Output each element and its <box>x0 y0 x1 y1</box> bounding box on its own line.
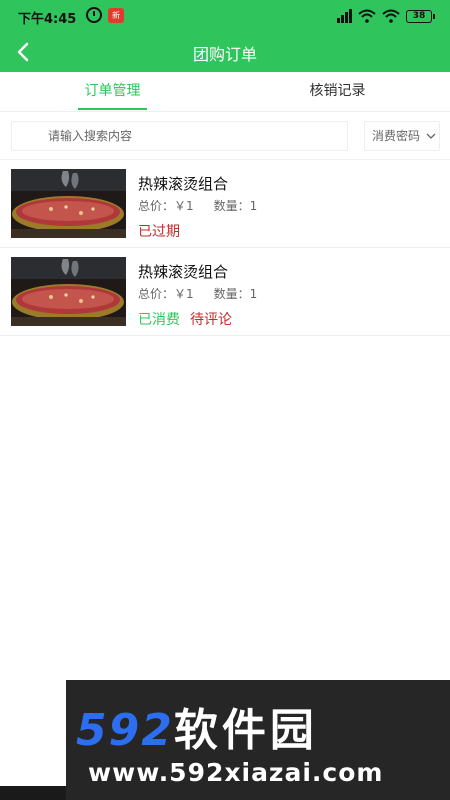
chevron-left-icon <box>17 42 29 62</box>
filter-label: 消费密码 <box>372 129 421 143</box>
search-input[interactable]: 请输入搜索内容 <box>11 121 348 151</box>
watermark-text: 软件园 <box>173 705 318 756</box>
status-icons: 38 <box>337 7 435 25</box>
alarm-icon <box>86 7 102 23</box>
review-link[interactable]: 待评论 <box>190 309 232 329</box>
tab-bar: 订单管理 核销记录 <box>0 72 450 112</box>
order-status: 已消费 待评论 <box>138 309 232 329</box>
product-image <box>11 169 126 238</box>
quantity: 数量：1 <box>213 199 258 213</box>
bottom-edge <box>0 786 66 800</box>
active-tab-indicator <box>78 108 147 110</box>
status-badge: 已消费 <box>138 312 180 328</box>
page-title: 团购订单 <box>192 45 257 64</box>
order-item[interactable]: 热辣滚烫组合 总价：￥1 数量：1 已消费 待评论 <box>0 248 450 336</box>
filter-dropdown[interactable]: 消费密码 <box>364 121 440 151</box>
watermark-url: www.592xiazai.com <box>88 758 384 787</box>
notification-icon: 新 <box>108 8 124 23</box>
tab-redemption-records[interactable]: 核销记录 <box>225 72 450 112</box>
total-price: 总价：￥1 <box>138 287 194 301</box>
wifi-icon <box>358 9 376 23</box>
back-button[interactable] <box>10 36 42 68</box>
search-row: 请输入搜索内容 消费密码 <box>0 112 450 160</box>
tab-label: 核销记录 <box>309 83 366 99</box>
status-time: 下午4:45 <box>18 12 77 27</box>
watermark-number: 592 <box>76 705 174 756</box>
product-name: 热辣滚烫组合 <box>138 263 229 281</box>
signal-icon <box>337 9 352 23</box>
tab-label: 订单管理 <box>84 83 141 99</box>
status-badge: 已过期 <box>138 224 180 240</box>
order-status: 已过期 <box>138 221 180 241</box>
order-meta: 总价：￥1 数量：1 <box>138 197 257 214</box>
watermark-brand: 592软件园 <box>76 694 318 758</box>
chevron-down-icon <box>426 133 436 139</box>
quantity: 数量：1 <box>213 287 258 301</box>
order-meta: 总价：￥1 数量：1 <box>138 285 257 302</box>
header-bar: 团购订单 <box>0 32 450 72</box>
wifi-icon <box>382 9 400 23</box>
order-item[interactable]: 热辣滚烫组合 总价：￥1 数量：1 已过期 <box>0 160 450 248</box>
watermark-logo: 592软件园 www.592xiazai.com <box>66 680 450 800</box>
total-price: 总价：￥1 <box>138 199 194 213</box>
product-image <box>11 257 126 326</box>
tab-order-management[interactable]: 订单管理 <box>0 72 225 112</box>
status-bar: 下午4:45 新 38 <box>0 0 450 32</box>
battery-icon: 38 <box>406 9 435 23</box>
product-name: 热辣滚烫组合 <box>138 175 229 193</box>
